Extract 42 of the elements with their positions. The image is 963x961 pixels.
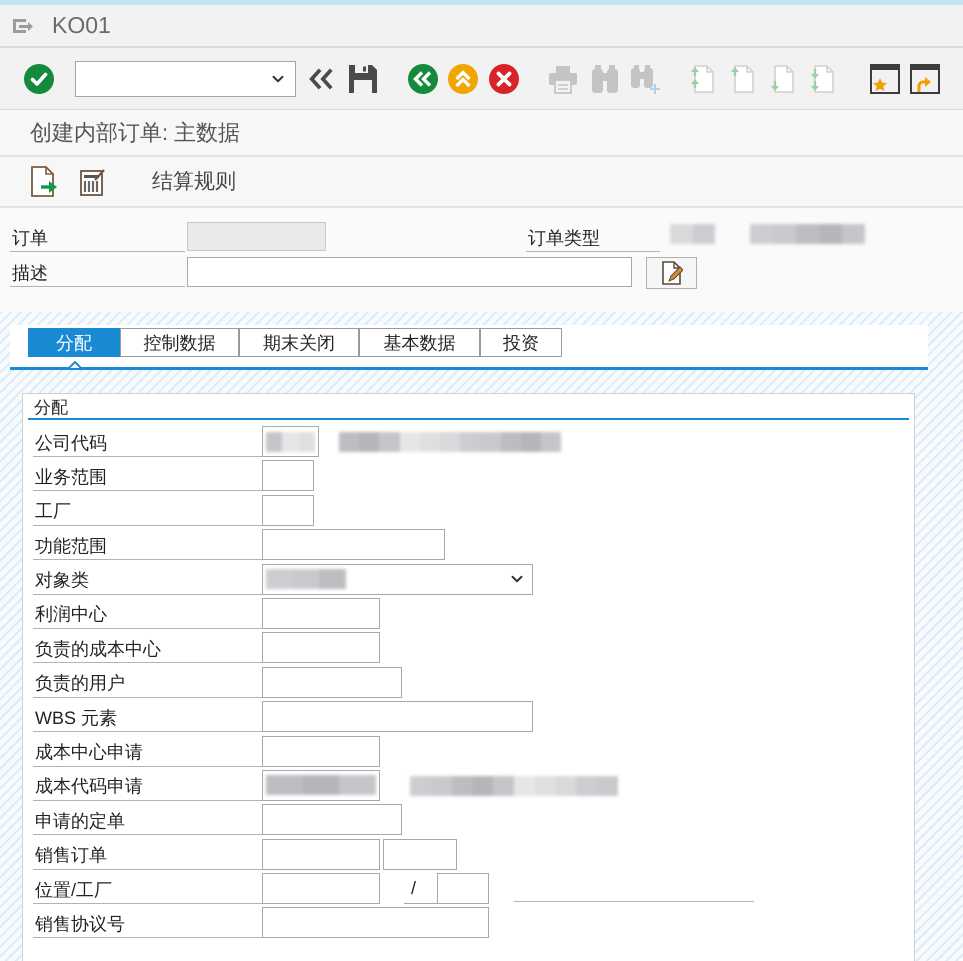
panel-title: 分配 (34, 399, 68, 418)
field-label: 订单 (10, 222, 185, 252)
field-label: 描述 (10, 257, 185, 287)
input-field[interactable] (262, 632, 380, 664)
tab[interactable]: 控制数据 (120, 328, 239, 357)
input-field[interactable] (187, 257, 632, 287)
edit-text-button[interactable] (646, 257, 697, 289)
check-icon[interactable] (24, 64, 54, 94)
input-field[interactable] (262, 460, 314, 492)
dropdown-field[interactable] (262, 564, 533, 595)
tab[interactable]: 基本数据 (359, 328, 480, 357)
redaction-drawing (670, 224, 715, 244)
input-field[interactable] (262, 529, 445, 560)
screen-icon (12, 16, 34, 34)
input-field[interactable] (262, 838, 380, 870)
tab[interactable]: 投资 (480, 328, 562, 357)
input-field[interactable] (262, 804, 402, 836)
cancel-icon[interactable] (489, 64, 519, 94)
field-label: 订单类型 (526, 222, 660, 252)
input-field[interactable] (262, 426, 319, 457)
double-chevron-up-icon[interactable] (448, 64, 478, 94)
command-field[interactable] (75, 60, 296, 96)
screen-title: 创建内部订单: 主数据 (30, 122, 240, 144)
input-field[interactable] (437, 873, 489, 904)
document-arrow-icon[interactable] (30, 166, 58, 198)
input-field[interactable] (262, 736, 380, 767)
grid-pencil-icon[interactable] (80, 168, 106, 196)
redaction-drawing (266, 432, 315, 452)
input-field[interactable] (262, 770, 380, 801)
back-icon[interactable] (408, 64, 438, 94)
tab[interactable]: 分配 (28, 328, 120, 357)
input-field[interactable] (262, 701, 533, 732)
input-field[interactable] (262, 598, 380, 629)
input-field[interactable] (262, 873, 380, 904)
input-field[interactable] (262, 907, 489, 938)
toolbar-text-button[interactable]: 结算规则 (150, 171, 238, 192)
transaction-code: KO01 (52, 14, 111, 37)
input-field[interactable] (383, 838, 457, 870)
document-pencil-icon[interactable] (660, 261, 682, 285)
tab[interactable]: 期末关闭 (239, 328, 359, 357)
input-field[interactable] (262, 666, 402, 698)
input-field[interactable] (262, 494, 314, 526)
